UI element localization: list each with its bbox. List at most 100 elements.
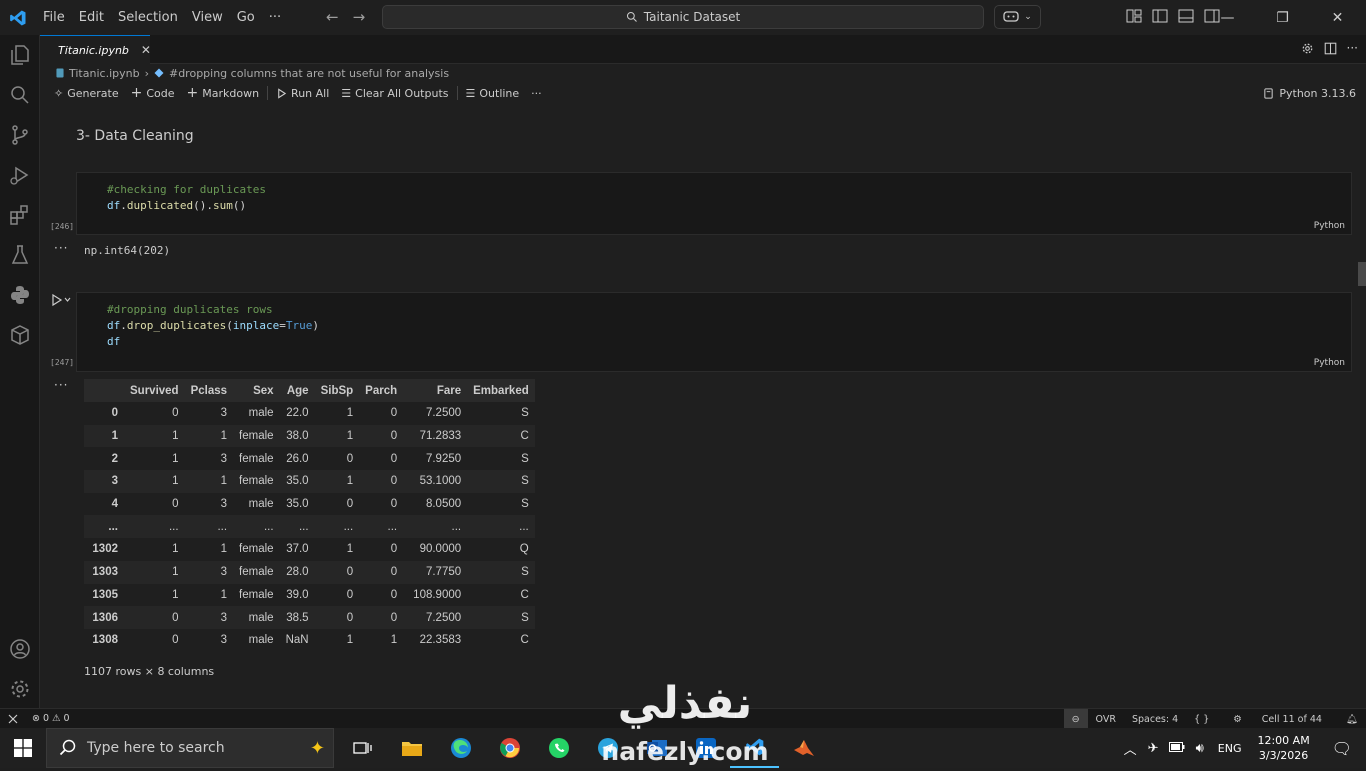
chrome-browser-icon[interactable] (485, 728, 534, 768)
volume-icon[interactable]: 🔊︎ (1190, 741, 1210, 756)
menu-selection[interactable]: Selection (111, 10, 185, 25)
table-cell: 0 (359, 560, 404, 584)
clear-all-icon: ☰ (341, 86, 352, 100)
settings-gear-icon[interactable] (1301, 42, 1314, 58)
extensions-icon[interactable] (8, 203, 32, 227)
close-icon[interactable]: ✕ (141, 43, 151, 57)
code-cell[interactable]: #checking for duplicates df.duplicated()… (76, 172, 1352, 235)
menu-edit[interactable]: Edit (72, 10, 111, 25)
close-window-icon[interactable]: ✕ (1310, 0, 1365, 35)
forward-arrow-icon[interactable]: → (353, 8, 366, 26)
menu-view[interactable]: View (185, 10, 230, 25)
outlook-icon[interactable] (632, 728, 681, 768)
table-row: 3 1 1 female 35.0 1 0 53.1000 S (84, 470, 535, 493)
whatsapp-icon[interactable] (534, 728, 583, 768)
toggle-panel-icon[interactable] (1178, 9, 1196, 25)
python-icon[interactable] (8, 283, 32, 307)
telegram-icon[interactable] (583, 728, 632, 768)
airplane-icon[interactable]: ✈ (1143, 741, 1164, 756)
accounts-icon[interactable] (8, 637, 32, 661)
scrollbar-thumb[interactable] (1358, 262, 1366, 286)
windows-taskbar: Type here to search ✦ ︿ ✈ 🔊︎ ENG 12:00 A… (0, 728, 1366, 768)
file-explorer-icon[interactable] (387, 728, 436, 768)
clear-outputs-label: Clear All Outputs (355, 86, 449, 100)
kernel-picker[interactable]: Python 3.13.6 (1263, 82, 1356, 104)
source-control-icon[interactable] (8, 123, 32, 147)
table-cell: NaN (285, 634, 309, 647)
linkedin-icon[interactable] (681, 728, 730, 768)
task-view-icon[interactable] (338, 728, 387, 768)
ovr-indicator[interactable]: OVR (1088, 714, 1124, 725)
minimize-icon[interactable]: — (1200, 0, 1255, 35)
zoom-icon[interactable]: ⊖ (1063, 709, 1088, 729)
table-cell: ... (314, 515, 360, 539)
taskbar-search[interactable]: Type here to search ✦ (46, 728, 334, 768)
manage-gear-icon[interactable] (8, 677, 32, 701)
explorer-icon[interactable] (8, 43, 32, 67)
outline-button[interactable]: ☰ Outline (460, 82, 526, 104)
notifications-bell-icon[interactable]: 🔔︎ (1338, 714, 1366, 725)
toolbar-more-button[interactable]: ··· (525, 82, 548, 104)
cell-indicator-icon: ⚙ (1233, 713, 1242, 725)
output-actions-icon[interactable]: ··· (54, 378, 68, 392)
copilot-button[interactable]: ⌄ (994, 5, 1041, 29)
run-cell-icon[interactable] (51, 293, 71, 310)
cell-position[interactable]: ⚙ Cell 11 of 44 (1217, 714, 1338, 725)
code-comment: #checking for duplicates (107, 183, 266, 196)
containers-icon[interactable] (8, 323, 32, 347)
table-cell: S (521, 452, 529, 465)
generate-button[interactable]: ✧ Generate (48, 82, 125, 104)
clock[interactable]: 12:00 AM 3/3/2026 (1249, 733, 1317, 763)
cell-language-label[interactable]: Python (1314, 358, 1345, 368)
customize-layout-icon[interactable] (1126, 9, 1144, 25)
menu-more[interactable]: ··· (262, 10, 288, 25)
language-mode-indicator[interactable]: { } (1186, 714, 1217, 725)
table-cell: 1 (346, 543, 354, 556)
notification-center-icon[interactable]: 🗨︎ (1318, 739, 1366, 758)
run-debug-icon[interactable] (8, 163, 32, 187)
command-center-search[interactable]: Taitanic Dataset (382, 5, 984, 29)
clear-outputs-button[interactable]: ☰ Clear All Outputs (335, 82, 454, 104)
add-code-button[interactable]: + Code (125, 82, 181, 104)
editor-scrollbar[interactable] (1358, 104, 1366, 708)
error-icon: ⊗ (32, 713, 40, 724)
indentation-indicator[interactable]: Spaces: 4 (1124, 714, 1186, 725)
markdown-cell-heading[interactable]: 3- Data Cleaning (76, 128, 194, 144)
breadcrumb-section[interactable]: #dropping columns that are not useful fo… (169, 67, 449, 80)
cell-code[interactable]: #dropping duplicates rows df.drop_duplic… (107, 302, 319, 350)
toggle-primary-sidebar-icon[interactable] (1152, 9, 1170, 25)
testing-flask-icon[interactable] (8, 243, 32, 267)
menu-go[interactable]: Go (230, 10, 262, 25)
tab-label: Titanic.ipynb (58, 43, 129, 57)
windows-start-icon[interactable] (0, 728, 46, 768)
search-sidebar-icon[interactable] (8, 83, 32, 107)
table-cell: 108.9000 (413, 588, 462, 601)
code-cell[interactable]: #dropping duplicates rows df.drop_duplic… (76, 292, 1352, 372)
remote-icon[interactable] (0, 709, 26, 729)
matlab-icon[interactable] (779, 728, 828, 768)
problems-indicator[interactable]: ⊗ 0 ⚠ 0 (26, 713, 70, 724)
breadcrumb-file[interactable]: Titanic.ipynb (69, 67, 140, 80)
battery-icon[interactable] (1164, 741, 1190, 755)
table-cell: 3 (184, 560, 234, 584)
run-all-button[interactable]: Run All (270, 82, 335, 104)
back-arrow-icon[interactable]: ← (326, 8, 339, 26)
tab-titanic-notebook[interactable]: Titanic.ipynb ✕ (40, 35, 151, 64)
cell-language-label[interactable]: Python (1314, 221, 1345, 231)
chevron-up-icon[interactable]: ︿ (1118, 739, 1143, 758)
add-markdown-button[interactable]: + Markdown (181, 82, 266, 104)
restore-icon[interactable]: ❐ (1255, 0, 1310, 35)
table-cell: S (467, 470, 535, 493)
output-actions-icon[interactable]: ··· (54, 241, 68, 255)
vscode-taskbar-icon[interactable] (730, 728, 779, 768)
cell-code[interactable]: #checking for duplicates df.duplicated()… (107, 182, 266, 214)
language-indicator[interactable]: ENG (1210, 742, 1250, 755)
split-editor-icon[interactable] (1324, 42, 1337, 58)
edge-browser-icon[interactable] (436, 728, 485, 768)
table-cell: 0 (359, 606, 404, 629)
menu-file[interactable]: File (36, 10, 72, 25)
table-cell: 1 (172, 588, 179, 601)
table-cell: male (248, 407, 274, 420)
status-bar: ⊗ 0 ⚠ 0 ⊖ OVR Spaces: 4 { } ⚙ Cell 11 of… (0, 708, 1366, 729)
more-actions-icon[interactable]: ··· (1347, 42, 1358, 58)
